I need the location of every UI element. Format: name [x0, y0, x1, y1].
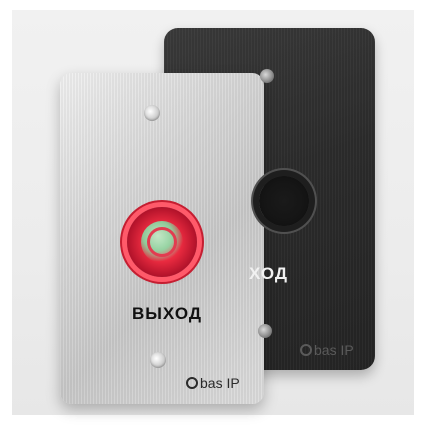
silver-logo-text: bas IP: [200, 375, 240, 391]
logo-icon: [300, 344, 312, 356]
silver-panel-label: ВЫХОД: [132, 304, 202, 323]
silver-exit-panel: ВЫХОД bas IP: [60, 73, 264, 404]
screw-icon: [258, 324, 272, 338]
dark-logo-text: bas IP: [314, 342, 354, 358]
dark-panel-label: ХОД: [249, 264, 289, 283]
silver-panel-logo: bas IP: [186, 375, 240, 391]
screw-icon: [150, 352, 166, 368]
logo-icon: [186, 377, 198, 389]
exit-button-black-icon: [259, 176, 309, 226]
exit-button-red-icon: [127, 207, 197, 277]
screw-icon: [260, 69, 274, 83]
button-ring-icon: [147, 227, 177, 257]
screw-icon: [144, 105, 160, 121]
photo-frame: ХОД bas IP ВЫХОД bas IP: [0, 0, 426, 427]
product-photo: ХОД bas IP ВЫХОД bas IP: [12, 10, 414, 415]
dark-panel-logo: bas IP: [300, 342, 354, 358]
